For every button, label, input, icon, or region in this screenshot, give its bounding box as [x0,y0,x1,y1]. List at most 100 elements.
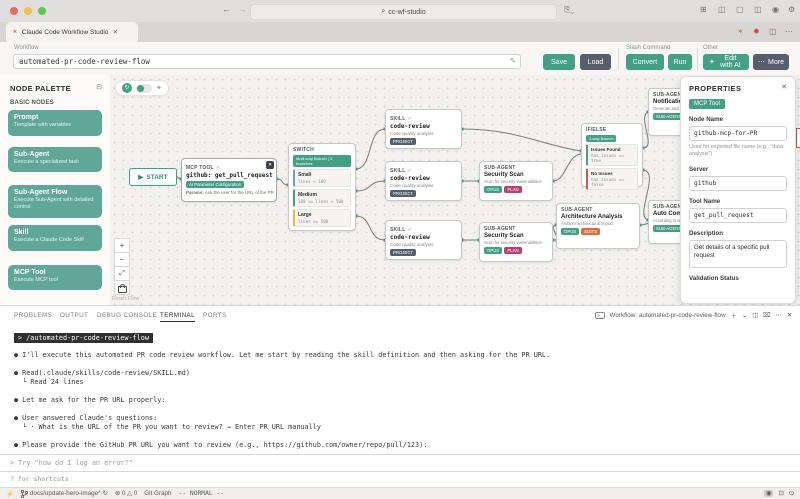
delete-node-icon[interactable]: ✕ [266,161,274,169]
node-security-scan-1[interactable]: SUB-AGENT Security Scan Scan for securit… [479,161,553,201]
close-properties-icon[interactable]: ✕ [781,83,787,91]
palette-item-skill[interactable]: Skill Execute a Claude Code Skill [8,225,102,251]
split-terminal-icon[interactable]: ◫ [752,312,758,319]
extensions-icon[interactable]: ⊞ [700,5,707,14]
palette-item-sub-agent-flow[interactable]: Sub-Agent Flow Execute Sub-Agent with de… [8,185,102,218]
git-branch-item[interactable]: docs/update-hero-image* ↻ [20,489,108,498]
node-security-scan-2[interactable]: SUB-AGENT Security Scan Scan for securit… [479,222,553,262]
save-button[interactable]: Save [543,54,575,70]
properties-title: PROPERTIES [689,84,742,93]
palette-item-sub-agent[interactable]: Sub-Agent Execute a specialized task [8,147,102,172]
tab-ports[interactable]: PORTS [203,312,227,319]
settings-gear-icon[interactable]: ⚙ [788,5,795,14]
keyboard-icon[interactable]: ⊡ [778,490,783,497]
branch-medium[interactable]: Medium 100 <= lines < 500 [293,189,351,207]
split-view-icon[interactable]: ◫ [754,5,762,14]
tab-bar: ✶ Claude Code Workflow Studio ✕ ✶ ✹ ◫ ⋯ [0,22,800,42]
panel-more-icon[interactable]: ⋯ [775,312,781,319]
node-skill-1[interactable]: SKILL ✓ code-review Code quality analysi… [385,109,462,149]
palette-section-label: BASIC NODES [10,100,54,106]
close-tab-icon[interactable]: ✕ [112,28,117,36]
snap-toggle[interactable] [136,83,152,93]
node-name-helper: Used for exported file name (e.g., "data… [689,144,785,158]
zoom-in-button[interactable]: + [114,238,130,253]
description-label: Description [689,229,724,237]
terminal-line: └ Read 24 lines [14,378,84,386]
node-skill-3[interactable]: SKILL ✓ code-review Code quality analysi… [385,220,462,260]
server-label: Server [689,165,709,173]
edit-with-ai-button[interactable]: ✦ Edit with AI [703,54,749,70]
tab-problems[interactable]: PROBLEMS [14,312,52,319]
remote-icon[interactable]: ⚡ [6,490,14,498]
layout-icon[interactable]: ◫ [769,27,777,36]
new-terminal-icon[interactable]: ＋ [731,311,737,320]
palette-item-mcp-tool[interactable]: MCP Tool Execute MCP tool [8,265,102,290]
tab-terminal[interactable]: TERMINAL [160,312,196,322]
sidebar-panel-icon[interactable]: ◫ [718,5,726,14]
status-bar: ⚡ docs/update-hero-image* ↻ ⊗ 0 △ 0 Git … [0,487,800,499]
branch-no-issues[interactable]: No Issues has_issues == false [586,168,638,190]
edit-name-icon[interactable]: ✎ [510,57,516,65]
workflow-canvas[interactable]: ↻ ✦ ▶ START ✕ MCP TOOL ✓ github: get_pul… [110,75,800,305]
slash-command-group-label: Slash Command [626,45,671,51]
magic-icon[interactable]: ✦ [156,84,162,92]
close-panel-icon[interactable]: ✕ [787,312,792,319]
palette-item-prompt[interactable]: Prompt Template with variables [8,110,102,136]
node-start[interactable]: ▶ START [129,168,177,186]
convert-button[interactable]: Convert [626,54,664,70]
terminal-line: └ · What is the URL of the PR you want t… [14,423,321,431]
sparkle-icon: ✦ [709,59,715,66]
claude-favicon: ✶ [12,29,18,36]
minimize-window-button[interactable] [24,7,32,15]
collapse-palette-icon[interactable]: ⊟ [96,83,102,91]
node-name-label: Node Name [689,116,724,123]
kill-terminal-icon[interactable]: ⌧ [763,312,770,319]
node-skill-2[interactable]: SKILL ✓ code-review Code quality analysi… [385,161,462,201]
more-button[interactable]: ⋯ More [753,54,789,70]
permission-badge: EDITS [581,228,601,235]
fit-view-button[interactable]: ⤢ [114,266,130,281]
branch-issues-found[interactable]: Issues Found has_issues == true [586,144,638,166]
terminal-dropdown-icon[interactable]: ⌄ [742,312,747,319]
node-mcp-tool[interactable]: ✕ MCP TOOL ✓ github: get_pull_request AI… [181,158,277,202]
devices-icon[interactable]: ▢ [736,5,744,14]
node-offscreen-error[interactable] [796,128,800,148]
claude-extension-icon[interactable]: ✶ [737,27,744,36]
branch-large[interactable]: Large lines >= 500 [293,209,351,227]
forward-button[interactable]: → [238,4,247,14]
problems-item[interactable]: ⊗ 0 △ 0 [115,490,137,497]
tab-output[interactable]: OUTPUT [60,312,88,319]
zoom-out-button[interactable]: − [114,252,130,267]
server-input[interactable]: github [689,175,787,191]
address-bar[interactable]: ⌕ cc-wf-studio [250,4,557,20]
canvas-controls: + − ⤢ [114,238,130,295]
terminal-input[interactable]: > Try "how do I log an error?" [0,454,800,472]
tab-debug-console[interactable]: DEBUG CONSOLE [97,312,157,319]
node-switch[interactable]: SWITCH Multi-way Branch | 3 branches Sma… [288,143,356,231]
flame-icon[interactable]: ✹ [753,27,760,36]
notifications-bell-icon[interactable]: ⊙ [789,490,794,497]
tab-claude-code-workflow-studio[interactable]: ✶ Claude Code Workflow Studio ✕ [6,22,138,42]
branch-small[interactable]: Small lines < 100 [293,169,351,187]
share-icon[interactable]: ⎘⌄ [564,5,574,15]
load-button[interactable]: Load [580,54,611,70]
lock-button[interactable] [114,280,130,295]
downloads-icon[interactable]: ◉ [772,5,779,14]
node-type-badge: MCP Tool [689,99,725,109]
canvas-toolbar: ↻ ✦ [115,80,169,96]
screencast-icon[interactable]: ◉ [763,490,774,497]
description-input[interactable]: Get details of a specific pull request [689,239,787,268]
git-graph-item[interactable]: Git Graph [144,490,171,497]
tool-name-input[interactable]: get_pull_request [689,207,787,223]
zoom-window-button[interactable] [38,7,46,15]
run-button[interactable]: Run [668,54,692,70]
more-tabs-icon[interactable]: ⋯ [785,27,793,36]
node-if-else[interactable]: IF/ELSE 2-way Branch Issues Found has_is… [581,123,643,190]
close-window-button[interactable] [10,7,18,15]
terminal-command: > /automated-pr-code-review-flow [14,333,153,343]
auto-layout-icon[interactable]: ↻ [122,83,132,93]
workflow-name-input[interactable] [13,54,521,69]
node-name-input[interactable]: github-mcp-for-PR [689,126,787,141]
back-button[interactable]: ← [222,4,231,14]
node-architecture-analysis[interactable]: SUB-AGENT Architecture Analysis Analyze … [556,203,640,249]
